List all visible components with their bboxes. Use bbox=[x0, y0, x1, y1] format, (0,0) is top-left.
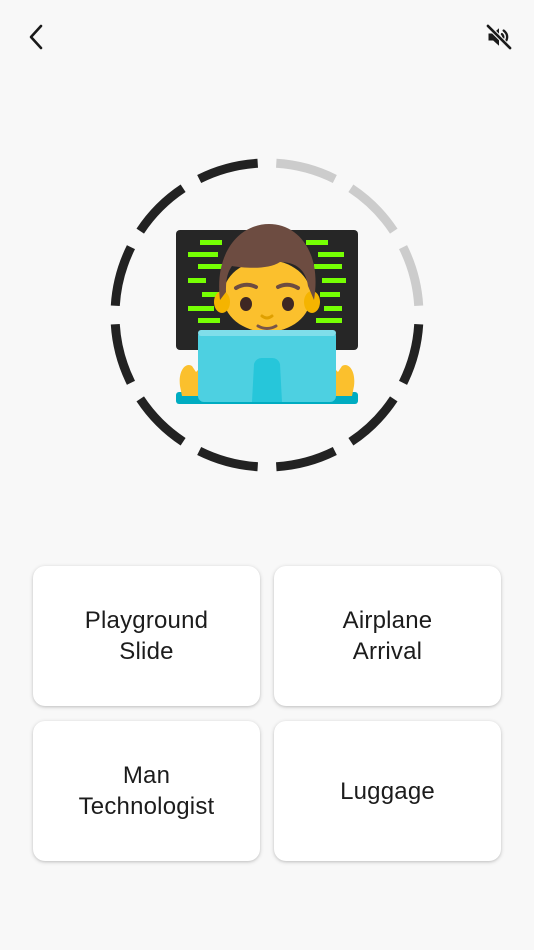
timer-segment bbox=[275, 158, 337, 184]
mute-button[interactable] bbox=[480, 18, 518, 56]
answer-option-2[interactable]: Airplane Arrival bbox=[274, 566, 501, 706]
timer-segment bbox=[398, 323, 424, 385]
chevron-left-icon bbox=[29, 24, 43, 50]
timer-segment bbox=[197, 158, 259, 184]
man-technologist-emoji bbox=[176, 224, 358, 404]
quiz-screen: Playground Slide Airplane Arrival Man Te… bbox=[0, 0, 534, 950]
answer-option-3[interactable]: Man Technologist bbox=[33, 721, 260, 861]
timer-segment bbox=[110, 323, 136, 385]
countdown-timer-ring bbox=[106, 154, 428, 476]
top-bar bbox=[0, 0, 534, 74]
timer-segment bbox=[110, 245, 136, 307]
answer-option-label: Playground Slide bbox=[84, 607, 209, 665]
timer-segment bbox=[398, 245, 424, 307]
answer-option-label: Man Technologist bbox=[78, 762, 215, 820]
timer-segment bbox=[275, 446, 337, 472]
speaker-muted-icon bbox=[485, 23, 513, 51]
answer-option-label: Airplane Arrival bbox=[342, 607, 433, 665]
timer-segment bbox=[197, 446, 259, 472]
answer-option-label: Luggage bbox=[340, 777, 435, 805]
answer-grid: Playground Slide Airplane Arrival Man Te… bbox=[33, 566, 501, 862]
answer-option-1[interactable]: Playground Slide bbox=[33, 566, 260, 706]
back-button[interactable] bbox=[18, 18, 56, 56]
answer-option-4[interactable]: Luggage bbox=[274, 721, 501, 861]
